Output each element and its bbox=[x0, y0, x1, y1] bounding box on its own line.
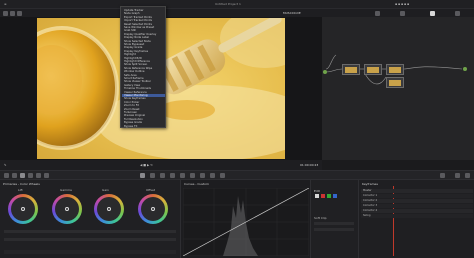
wheel-label-lift: Lift bbox=[18, 188, 23, 192]
settings-icon[interactable] bbox=[455, 11, 460, 16]
keyframe-track-label: Corrector 3 bbox=[363, 204, 378, 207]
rgb-mixer-icon[interactable] bbox=[36, 173, 41, 178]
adjustments-row[interactable] bbox=[4, 250, 176, 254]
wheels-panel-title: Primaries - Color Wheels bbox=[3, 182, 40, 186]
soft-clip-field[interactable] bbox=[314, 222, 354, 225]
node-03[interactable] bbox=[386, 64, 404, 75]
media-icon[interactable] bbox=[3, 11, 8, 16]
project-title: Untitled Project 1 bbox=[215, 2, 241, 6]
edit-label: Edit bbox=[314, 189, 320, 193]
keyframes-icon[interactable] bbox=[440, 173, 445, 178]
motion-effects-icon[interactable] bbox=[44, 173, 49, 178]
blur-icon[interactable] bbox=[190, 173, 195, 178]
wheel-label-offset: Offset bbox=[146, 188, 156, 192]
gamma-wheel[interactable] bbox=[52, 194, 82, 224]
curve-graph[interactable] bbox=[183, 188, 309, 256]
luma-swatch[interactable] bbox=[315, 194, 319, 198]
keyframe-track-row[interactable]: Corrector 3 bbox=[361, 204, 473, 208]
color-match-icon[interactable] bbox=[12, 173, 17, 178]
curve-controls: Edit Soft Clip bbox=[310, 180, 358, 258]
output-icon bbox=[463, 67, 467, 71]
gallery-icon[interactable] bbox=[10, 11, 15, 16]
3d-icon[interactable] bbox=[220, 173, 225, 178]
wheel-label-gain: Gain bbox=[102, 188, 109, 192]
tracker-icon[interactable] bbox=[170, 173, 175, 178]
red-swatch[interactable] bbox=[321, 194, 325, 198]
keyframe-track-label: Corrector 1 bbox=[363, 194, 378, 197]
camera-raw-icon[interactable] bbox=[4, 173, 9, 178]
title-bar: ≡ Untitled Project 1 ▪ ▪ ▪ ▪ ▪ bbox=[0, 0, 474, 9]
keyframe-track-row[interactable]: Corrector 2 bbox=[361, 199, 473, 203]
hdr-icon[interactable] bbox=[28, 173, 33, 178]
luts-icon[interactable] bbox=[17, 11, 22, 16]
lift-wheel[interactable] bbox=[8, 194, 38, 224]
curves-panel[interactable]: Curves - Custom bbox=[180, 180, 310, 258]
master-wheels-row[interactable] bbox=[4, 230, 176, 233]
keyframe-track-label: Corrector 4 bbox=[363, 209, 378, 212]
viewer-context-menu: Update Tracker Node Graph Export Tracked P… bbox=[120, 6, 166, 128]
pencil-icon[interactable]: ✎ bbox=[4, 163, 7, 167]
play-icon[interactable]: ◀ ■ ▶ ↻ bbox=[140, 163, 153, 167]
curve-icon[interactable] bbox=[140, 173, 145, 178]
magic-mask-icon[interactable] bbox=[180, 173, 185, 178]
keyframes-panel-title: Keyframes bbox=[362, 182, 378, 186]
scopes-icon[interactable] bbox=[455, 173, 460, 178]
menu-item[interactable]: Bypass FX bbox=[124, 125, 137, 128]
sizing-icon[interactable] bbox=[210, 173, 215, 178]
soft-clip-label: Soft Clip bbox=[314, 216, 327, 220]
keyframe-track-row[interactable]: Corrector 1 bbox=[361, 194, 473, 198]
keyframe-track-label: Corrector 2 bbox=[363, 199, 378, 202]
top-right-icons[interactable]: ▪ ▪ ▪ ▪ ▪ bbox=[395, 2, 409, 6]
value-row bbox=[4, 238, 176, 241]
window-menu-icon[interactable]: ≡ bbox=[4, 2, 7, 6]
keyframe-track-label: Master bbox=[363, 189, 372, 192]
node-editor[interactable] bbox=[322, 17, 474, 160]
timecode: 01:00:00:23 bbox=[300, 163, 319, 167]
gain-wheel[interactable] bbox=[94, 194, 124, 224]
nodes-icon[interactable] bbox=[400, 11, 405, 16]
clips-icon[interactable] bbox=[375, 11, 380, 16]
info-icon[interactable] bbox=[465, 173, 470, 178]
green-swatch[interactable] bbox=[327, 194, 331, 198]
keyframe-track-row[interactable]: Corrector 4 bbox=[361, 209, 473, 213]
key-icon[interactable] bbox=[200, 173, 205, 178]
node-02[interactable] bbox=[364, 64, 382, 75]
input-icon bbox=[323, 70, 327, 74]
viewer-toolbar: MUSC00.DE bbox=[0, 9, 474, 17]
wheel-label-gamma: Gamma bbox=[60, 188, 72, 192]
palette-toolbar bbox=[0, 170, 474, 180]
keyframes-panel: Keyframes Master Corrector 1 Corrector 2 Co… bbox=[358, 180, 474, 258]
keyframe-track-row[interactable]: Master bbox=[361, 189, 473, 193]
node-04[interactable] bbox=[386, 77, 404, 88]
transport-bar: ✎ ◀ ■ ▶ ↻ 01:00:00:23 bbox=[0, 160, 322, 170]
qualifier-icon[interactable] bbox=[150, 173, 155, 178]
keyframe-track-label: Sizing bbox=[363, 214, 371, 217]
soft-clip-field-2[interactable] bbox=[314, 228, 354, 231]
curves-panel-title: Curves - Custom bbox=[184, 182, 209, 186]
color-wheels-panel: Primaries - Color Wheels Lift Gamma Gain… bbox=[0, 180, 180, 258]
blue-swatch[interactable] bbox=[333, 194, 337, 198]
offset-wheel[interactable] bbox=[138, 194, 168, 224]
wheel-icon[interactable] bbox=[20, 173, 25, 178]
keyframe-track-row[interactable]: Sizing bbox=[361, 214, 473, 218]
window-icon[interactable] bbox=[160, 173, 165, 178]
clip-name: MUSC00.DE bbox=[283, 11, 301, 15]
lightbox-icon[interactable] bbox=[430, 11, 435, 16]
node-01[interactable] bbox=[342, 64, 360, 75]
node-connections bbox=[325, 54, 463, 85]
